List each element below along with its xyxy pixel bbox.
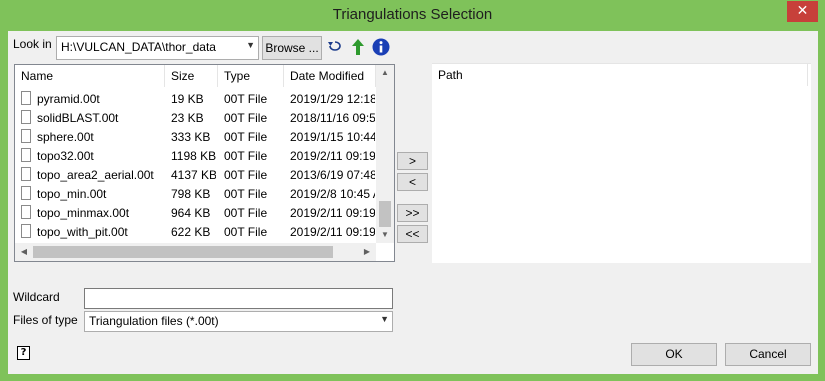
- file-icon: [21, 224, 31, 238]
- file-date: 2013/6/19 07:48: [290, 168, 375, 182]
- look-in-select[interactable]: H:\VULCAN_DATA\thor_data ▼: [56, 36, 259, 60]
- file-icon: [21, 205, 31, 219]
- scroll-right-icon[interactable]: ▶: [358, 247, 376, 256]
- file-name: topo_minmax.00t: [37, 206, 130, 220]
- file-icon: [21, 167, 31, 181]
- help-icon[interactable]: ?: [17, 346, 30, 360]
- file-type: 00T File: [224, 206, 268, 220]
- files-of-type-value: Triangulation files (*.00t): [89, 314, 219, 328]
- file-name: sphere.00t: [37, 130, 94, 144]
- hscroll-thumb[interactable]: [33, 246, 333, 258]
- vertical-scrollbar[interactable]: ▲ ▼: [376, 65, 394, 243]
- file-size: 964 KB: [171, 206, 211, 220]
- file-row[interactable]: topo_minmax.00t 964 KB 00T File 2019/2/1…: [15, 204, 377, 223]
- file-list[interactable]: Name Size Type Date Modified pyramid.00t…: [14, 64, 395, 262]
- column-header-name[interactable]: Name: [15, 65, 165, 87]
- selected-path-list[interactable]: Path: [432, 63, 811, 263]
- file-icon: [21, 129, 31, 143]
- remove-button[interactable]: <: [397, 173, 428, 191]
- window-title: Triangulations Selection: [332, 6, 493, 23]
- title-bar[interactable]: Triangulations Selection ✕: [0, 0, 825, 31]
- back-arrow-glyph: [328, 41, 341, 51]
- scroll-up-icon[interactable]: ▲: [376, 68, 394, 77]
- files-of-type-label: Files of type: [13, 313, 78, 327]
- info-icon[interactable]: [372, 38, 390, 56]
- file-size: 333 KB: [171, 130, 211, 144]
- file-name: topo32.00t: [37, 149, 94, 163]
- file-row[interactable]: pyramid.00t 19 KB 00T File 2019/1/29 12:…: [15, 90, 377, 109]
- file-date: 2019/2/11 09:19: [290, 225, 375, 239]
- remove-all-button[interactable]: <<: [397, 225, 428, 243]
- back-icon[interactable]: [326, 39, 344, 57]
- column-header-path[interactable]: Path: [432, 64, 808, 86]
- file-type: 00T File: [224, 149, 268, 163]
- column-header-date[interactable]: Date Modified: [284, 65, 376, 87]
- dialog-body: Look in H:\VULCAN_DATA\thor_data ▼ Brows…: [8, 31, 818, 374]
- add-all-button[interactable]: >>: [397, 204, 428, 222]
- file-date: 2019/2/11 09:19: [290, 206, 375, 220]
- look-in-label: Look in: [13, 37, 52, 51]
- file-icon: [21, 148, 31, 162]
- dialog-window: Triangulations Selection ✕ Look in H:\VU…: [0, 0, 825, 381]
- file-size: 23 KB: [171, 111, 204, 125]
- chevron-down-icon: ▼: [246, 40, 255, 50]
- file-date: 2019/1/15 10:44: [290, 130, 375, 144]
- scroll-left-icon[interactable]: ◀: [15, 247, 33, 256]
- files-of-type-select[interactable]: Triangulation files (*.00t) ▼: [84, 311, 393, 332]
- up-folder-icon[interactable]: [349, 39, 367, 57]
- file-type: 00T File: [224, 111, 268, 125]
- file-size: 4137 KB: [171, 168, 216, 182]
- file-name: pyramid.00t: [37, 92, 100, 106]
- file-name: topo_with_pit.00t: [37, 225, 128, 239]
- file-size: 19 KB: [171, 92, 204, 106]
- file-name: topo_min.00t: [37, 187, 107, 201]
- file-row[interactable]: sphere.00t 333 KB 00T File 2019/1/15 10:…: [15, 128, 377, 147]
- file-date: 2018/11/16 09:55: [290, 111, 375, 125]
- file-icon: [21, 91, 31, 105]
- horizontal-scrollbar[interactable]: ◀ ▶: [15, 243, 376, 261]
- file-size: 798 KB: [171, 187, 211, 201]
- file-row[interactable]: topo_min.00t 798 KB 00T File 2019/2/8 10…: [15, 185, 377, 204]
- file-row[interactable]: topo_area2_aerial.00t 4137 KB 00T File 2…: [15, 166, 377, 185]
- file-icon: [21, 186, 31, 200]
- file-date: 2019/2/11 09:19: [290, 149, 375, 163]
- file-type: 00T File: [224, 130, 268, 144]
- file-type: 00T File: [224, 168, 268, 182]
- column-header-type[interactable]: Type: [218, 65, 284, 87]
- up-arrow-glyph: [352, 39, 364, 55]
- file-name: solidBLAST.00t: [37, 111, 119, 125]
- file-type: 00T File: [224, 225, 268, 239]
- file-size: 622 KB: [171, 225, 211, 239]
- file-row[interactable]: topo32.00t 1198 KB 00T File 2019/2/11 09…: [15, 147, 377, 166]
- file-date: 2019/2/8 10:45 A: [290, 187, 375, 201]
- file-date: 2019/1/29 12:18: [290, 92, 375, 106]
- file-type: 00T File: [224, 92, 268, 106]
- cancel-button[interactable]: Cancel: [725, 343, 811, 366]
- scroll-down-icon[interactable]: ▼: [376, 230, 394, 239]
- file-icon: [21, 110, 31, 124]
- close-button[interactable]: ✕: [787, 1, 818, 22]
- ok-button[interactable]: OK: [631, 343, 717, 366]
- info-glyph: [372, 38, 390, 56]
- file-type: 00T File: [224, 187, 268, 201]
- file-row[interactable]: solidBLAST.00t 23 KB 00T File 2018/11/16…: [15, 109, 377, 128]
- wildcard-input[interactable]: [84, 288, 393, 309]
- add-button[interactable]: >: [397, 152, 428, 170]
- browse-button[interactable]: Browse ...: [262, 36, 322, 60]
- scroll-thumb[interactable]: [379, 201, 391, 227]
- file-name: topo_area2_aerial.00t: [37, 168, 154, 182]
- chevron-down-icon: ▼: [380, 314, 389, 324]
- file-size: 1198 KB: [171, 149, 216, 163]
- column-header-size[interactable]: Size: [165, 65, 218, 87]
- wildcard-label: Wildcard: [13, 290, 60, 304]
- file-row[interactable]: topo_with_pit.00t 622 KB 00T File 2019/2…: [15, 223, 377, 242]
- look-in-value: H:\VULCAN_DATA\thor_data: [61, 40, 216, 54]
